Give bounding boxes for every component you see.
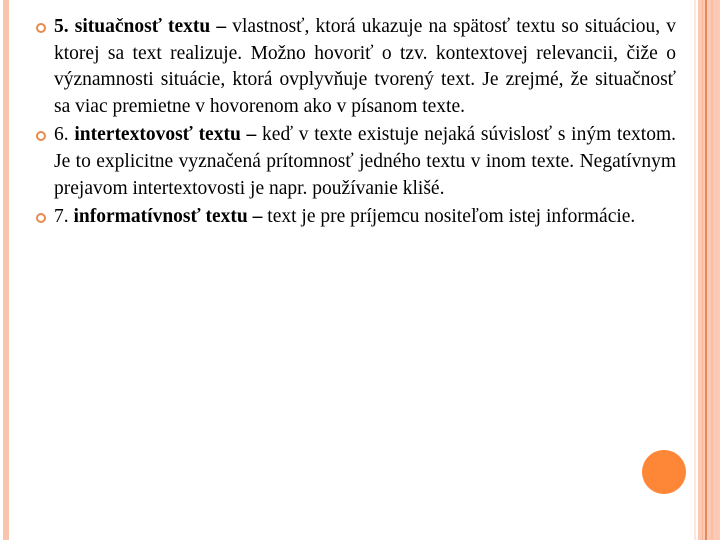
left-border-stripe: [3, 0, 9, 540]
item-number: 5.: [54, 16, 69, 37]
item-text: text je pre príjemcu nositeľom istej inf…: [267, 206, 636, 228]
list-item: 5. situačnosť textu – vlastnosť, ktorá u…: [36, 14, 676, 120]
bullet-circle-icon: [36, 131, 46, 142]
item-term: informatívnosť textu –: [73, 206, 263, 228]
decorative-orange-circle: [642, 450, 686, 494]
list-item: 6. intertextovosť textu – keď v texte ex…: [36, 122, 676, 202]
right-border-line-mid: [711, 0, 713, 540]
list-item: 7. informatívnosť textu – text je pre pr…: [36, 204, 676, 231]
right-border-line-light: [702, 0, 703, 540]
item-number: 6.: [54, 124, 69, 146]
item-term: intertextovosť textu –: [74, 124, 257, 146]
bullet-circle-icon: [36, 23, 46, 33]
right-border-line-dark: [705, 0, 707, 540]
item-number: 7.: [54, 206, 69, 228]
bullet-circle-icon: [36, 213, 46, 224]
slide-content: 5. situačnosť textu – vlastnosť, ktorá u…: [36, 14, 676, 233]
item-term: situačnosť textu –: [74, 16, 227, 37]
